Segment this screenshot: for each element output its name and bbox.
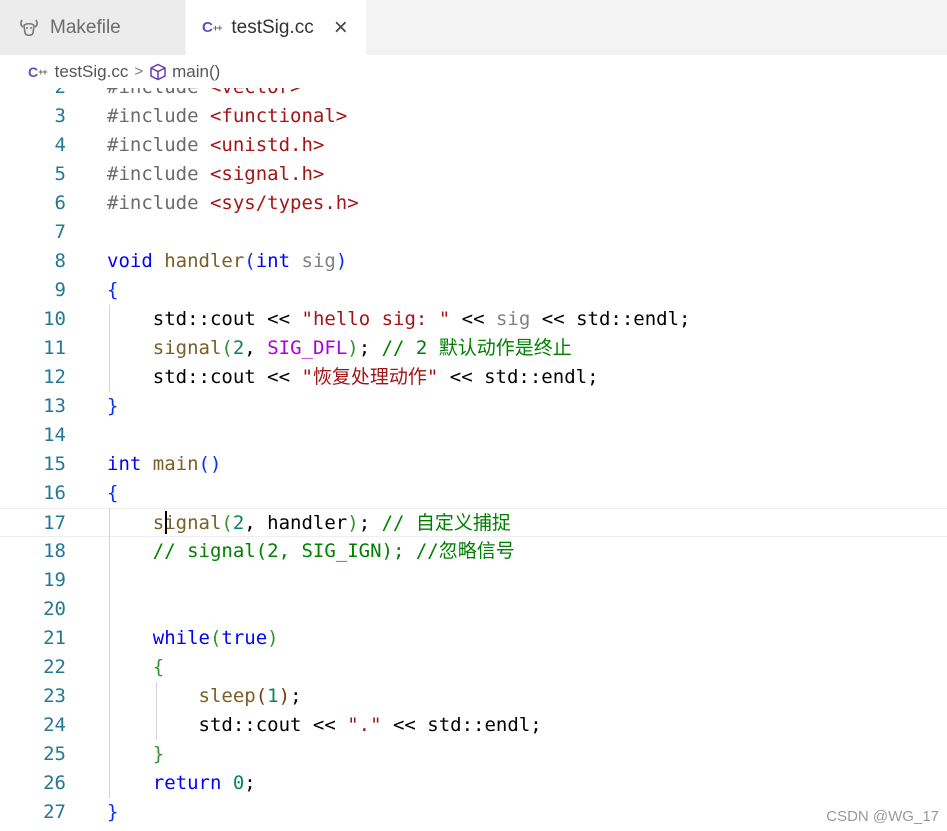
code-line[interactable]: 10 std::cout << "hello sig: " << sig << … xyxy=(0,305,947,334)
line-number: 26 xyxy=(43,772,66,794)
line-number: 7 xyxy=(54,221,66,243)
code-line[interactable]: 22 { xyxy=(0,653,947,682)
tab-label: testSig.cc xyxy=(231,16,314,38)
code-line[interactable]: 17 signal(2, handler); // 自定义捕捉 xyxy=(0,508,947,537)
code-editor[interactable]: 2 #include <vector> 3 #include <functional>… xyxy=(0,88,947,831)
code-line[interactable]: 3 #include <functional> xyxy=(0,102,947,131)
breadcrumb-symbol[interactable]: main() xyxy=(172,62,220,82)
code-text: } xyxy=(107,395,119,417)
line-number: 4 xyxy=(54,134,66,156)
line-number: 21 xyxy=(43,627,66,649)
code-text: signal(2, SIG_DFL); // 2 默认动作是终止 xyxy=(107,337,572,359)
code-text: #include <vector> xyxy=(107,88,301,102)
code-text: return 0; xyxy=(107,772,256,794)
code-line[interactable]: 18 // signal(2, SIG_IGN); //忽略信号 xyxy=(0,537,947,566)
code-line[interactable]: 23 sleep(1); xyxy=(0,682,947,711)
line-number: 10 xyxy=(43,308,66,330)
code-text: } xyxy=(107,801,119,823)
code-line[interactable]: 20 xyxy=(0,595,947,624)
cpp-file-icon: C++ xyxy=(202,19,222,36)
code-line[interactable]: 27} xyxy=(0,798,947,827)
code-text: #include <signal.h> xyxy=(107,163,325,185)
code-line[interactable]: 15 int main() xyxy=(0,450,947,479)
indent-guide xyxy=(109,508,110,798)
line-number: 13 xyxy=(43,395,66,417)
indent-guide xyxy=(156,682,157,740)
tab-testsig-cc[interactable]: C ++ testSig.cc × xyxy=(186,0,366,55)
code-text: int main() xyxy=(107,453,222,475)
code-text: { xyxy=(107,279,119,301)
code-text: // signal(2, SIG_IGN); //忽略信号 xyxy=(107,540,515,562)
line-number: 23 xyxy=(43,685,66,707)
line-number: 25 xyxy=(43,743,66,765)
watermark: CSDN @WG_17 xyxy=(826,808,939,825)
code-line[interactable]: 5 #include <signal.h> xyxy=(0,160,947,189)
code-text: std::cout << "hello sig: " << sig << std… xyxy=(107,308,691,330)
code-line[interactable]: 21 while(true) xyxy=(0,624,947,653)
line-number: 6 xyxy=(54,192,66,214)
code-line[interactable]: 7 xyxy=(0,218,947,247)
code-line[interactable]: 13} xyxy=(0,392,947,421)
code-line[interactable]: 26 return 0; xyxy=(0,769,947,798)
line-number: 27 xyxy=(43,801,66,823)
code-line[interactable]: 9{ xyxy=(0,276,947,305)
code-line[interactable]: 19 xyxy=(0,566,947,595)
cpp-file-icon: C++ xyxy=(28,63,48,80)
method-icon xyxy=(149,63,167,81)
code-text: void handler(int sig) xyxy=(107,250,348,272)
breadcrumb: C++ testSig.cc > main() xyxy=(0,55,947,88)
code-text: std::cout << "恢复处理动作" << std::endl; xyxy=(107,366,599,388)
indent-guide xyxy=(109,305,110,392)
code-line[interactable]: 24 std::cout << "." << std::endl; xyxy=(0,711,947,740)
line-number: 24 xyxy=(43,714,66,736)
line-number: 3 xyxy=(54,105,66,127)
code-text: std::cout << "." << std::endl; xyxy=(107,714,542,736)
line-number: 20 xyxy=(43,598,66,620)
line-number: 14 xyxy=(43,424,66,446)
code-text: signal(2, handler); // 自定义捕捉 xyxy=(152,512,511,534)
gnu-icon xyxy=(18,17,40,39)
code-text: #include <functional> xyxy=(107,105,348,127)
code-text: while(true) xyxy=(107,627,279,649)
code-line[interactable]: 12 std::cout << "恢复处理动作" << std::endl; xyxy=(0,363,947,392)
code-line[interactable]: 14 xyxy=(0,421,947,450)
line-number: 2 xyxy=(0,88,66,102)
breadcrumb-file[interactable]: testSig.cc xyxy=(55,62,129,82)
line-number: 19 xyxy=(43,569,66,591)
line-number: 11 xyxy=(43,337,66,359)
code-text: #include <unistd.h> xyxy=(107,134,325,156)
code-text: #include <sys/types.h> xyxy=(107,192,359,214)
line-number: 12 xyxy=(43,366,66,388)
tab-label: Makefile xyxy=(50,16,121,38)
line-number: 15 xyxy=(43,453,66,475)
breadcrumb-separator: > xyxy=(134,63,144,80)
tab-makefile[interactable]: Makefile xyxy=(0,0,185,55)
code-line[interactable]: 16 { xyxy=(0,479,947,508)
editor-tab-bar: Makefile C ++ testSig.cc × xyxy=(0,0,947,55)
code-line[interactable]: 25 } xyxy=(0,740,947,769)
line-number: 5 xyxy=(54,163,66,185)
code-line[interactable]: 8 void handler(int sig) xyxy=(0,247,947,276)
code-line[interactable]: 6 #include <sys/types.h> xyxy=(0,189,947,218)
close-icon[interactable]: × xyxy=(334,15,348,40)
code-text: { xyxy=(107,482,119,504)
code-text: } xyxy=(107,743,165,765)
code-line[interactable]: 11 signal(2, SIG_DFL); // 2 默认动作是终止 xyxy=(0,334,947,363)
line-number: 9 xyxy=(54,279,66,301)
line-number: 18 xyxy=(43,540,66,562)
code-line[interactable]: 4 #include <unistd.h> xyxy=(0,131,947,160)
code-line[interactable]: 2 #include <vector> xyxy=(0,88,947,102)
code-text: sleep(1); xyxy=(107,685,302,707)
line-number: 16 xyxy=(43,482,66,504)
line-number: 17 xyxy=(43,512,66,534)
line-number: 22 xyxy=(43,656,66,678)
code-text: { xyxy=(107,656,165,678)
line-number: 8 xyxy=(54,250,66,272)
text-cursor xyxy=(165,511,167,534)
